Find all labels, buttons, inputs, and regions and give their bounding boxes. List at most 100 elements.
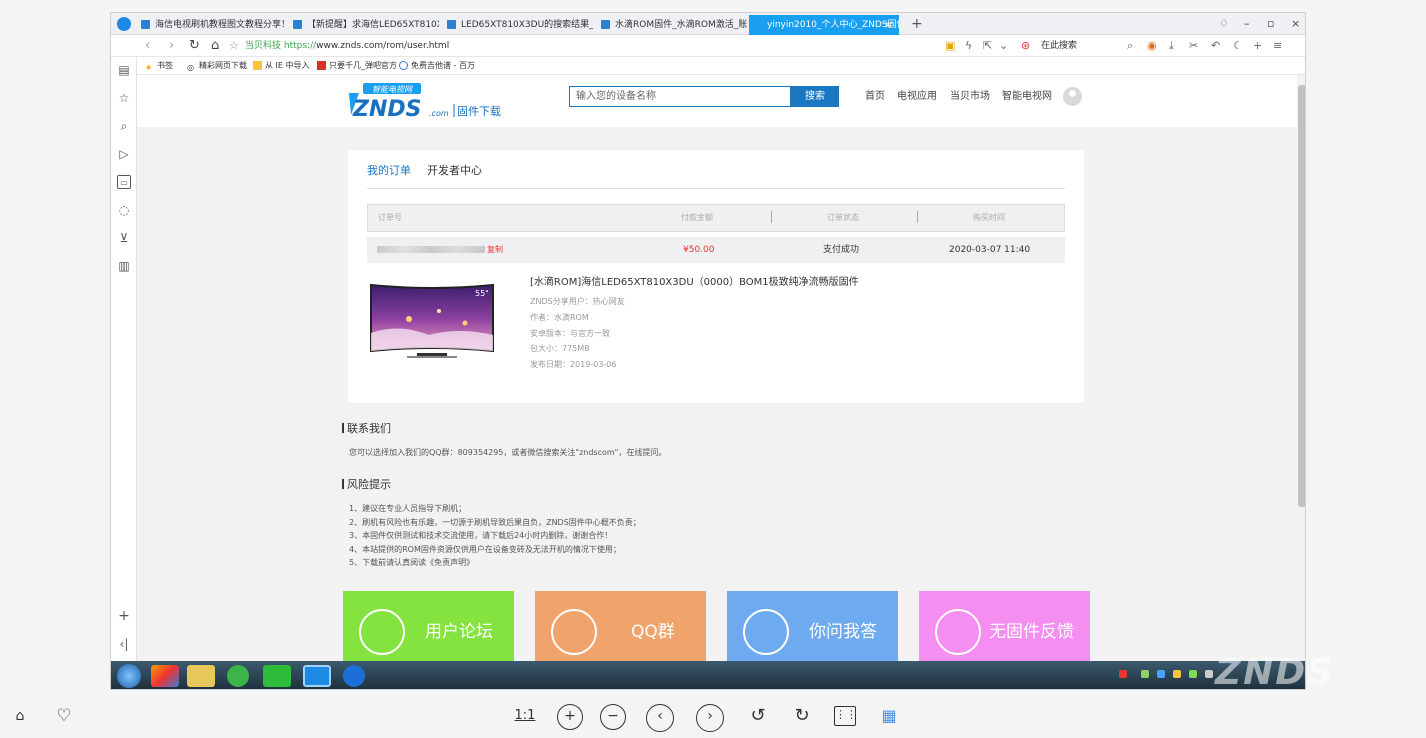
- tile-user-forum[interactable]: 用户论坛: [343, 591, 514, 661]
- scrollbar-thumb[interactable]: [1298, 85, 1305, 507]
- tray-icon[interactable]: [1119, 670, 1127, 678]
- search-engine-icon[interactable]: ⊛: [1021, 38, 1030, 54]
- nav-dangbei-market[interactable]: 当贝市场: [950, 89, 990, 105]
- addr-search-field[interactable]: 在此搜索: [1041, 38, 1077, 54]
- tray-icon[interactable]: [1157, 670, 1165, 678]
- page-scrollbar[interactable]: [1297, 75, 1305, 661]
- tile-qq-group[interactable]: QQ群: [535, 591, 706, 661]
- sidebar-collapse-icon[interactable]: ‹|: [117, 637, 131, 651]
- tab-my-orders[interactable]: 我的订单: [367, 164, 411, 178]
- close-window-icon[interactable]: ×: [1291, 15, 1300, 33]
- logo-com-text: .com: [429, 109, 449, 118]
- znds-logo[interactable]: 智能电视网 ZNDS .com 固件下载: [345, 79, 517, 123]
- restore-icon[interactable]: ▫: [1267, 15, 1274, 33]
- game-icon[interactable]: ◉: [1147, 38, 1157, 54]
- previous-icon[interactable]: ‹: [646, 704, 674, 732]
- tab-5-active[interactable]: yinyin2010_个人中心_ZNDS固件 ×: [749, 15, 899, 35]
- tray-icon[interactable]: [1141, 670, 1149, 678]
- tab-title: LED65XT810X3DU的搜索结果_ROM: [461, 20, 593, 30]
- home-icon[interactable]: ⌂: [211, 37, 219, 55]
- nav-tv-apps[interactable]: 电视应用: [897, 89, 937, 105]
- sidebar-add-icon[interactable]: +: [117, 609, 131, 623]
- menu-icon[interactable]: ≡: [1273, 38, 1282, 54]
- sidebar-reader-icon[interactable]: ▤: [117, 63, 131, 77]
- download-icon[interactable]: ⤓: [1169, 38, 1174, 54]
- reload-icon[interactable]: ↻: [189, 37, 200, 55]
- tile-qa[interactable]: 你问我答: [727, 591, 898, 661]
- forward-icon[interactable]: ›: [169, 37, 174, 55]
- tile-no-firmware-feedback[interactable]: 无固件反馈: [919, 591, 1090, 661]
- new-tab-button[interactable]: +: [911, 15, 923, 33]
- taskbar-app-icon[interactable]: [343, 665, 365, 687]
- zoom-in-icon[interactable]: +: [557, 704, 583, 730]
- actual-size-button[interactable]: 1:1: [512, 704, 538, 728]
- page-icon: [141, 20, 150, 29]
- product-android-version: 安卓版本：与官方一致: [530, 329, 610, 338]
- bookmark-item[interactable]: ◎ 精彩网页下载: [187, 59, 247, 73]
- taskbar-folder-icon[interactable]: [187, 665, 215, 687]
- product-release-date: 发布日期：2019-03-06: [530, 360, 617, 369]
- sidebar-search-icon[interactable]: ⌕: [117, 119, 131, 133]
- plus-icon[interactable]: +: [1253, 38, 1262, 54]
- bookmark-star[interactable]: ★ 书签: [145, 59, 173, 73]
- copy-link[interactable]: 复制: [487, 244, 503, 256]
- reader-icon[interactable]: ▣: [945, 38, 955, 54]
- bookmark-item[interactable]: 只要千几_弹吧官方: [317, 59, 397, 73]
- sidebar-cart-icon[interactable]: ⊻: [117, 231, 131, 245]
- url-field[interactable]: 当贝科技 https://www.znds.com/rom/user.html: [245, 38, 449, 54]
- tab-2[interactable]: 【新提醒】求海信LED65XT810X3DU: [289, 15, 439, 35]
- tab-developer-center[interactable]: 开发者中心: [427, 164, 482, 178]
- product-title[interactable]: [水滴ROM]海信LED65XT810X3DU（0000）BOM1极致纯净流畅版…: [530, 276, 859, 290]
- rotate-left-icon[interactable]: ↺: [746, 704, 770, 728]
- taskbar-wechat-icon[interactable]: [263, 665, 291, 687]
- user-avatar-icon[interactable]: [1063, 87, 1082, 106]
- chevron-down-icon[interactable]: ⌄: [999, 38, 1008, 54]
- bookmark-item[interactable]: 从 IE 中导入: [253, 59, 310, 73]
- divider: [771, 211, 772, 223]
- tab-4[interactable]: 水滴ROM固件_水滴ROM激活_账号密: [597, 15, 747, 35]
- tab-3[interactable]: LED65XT810X3DU的搜索结果_ROM: [443, 15, 593, 35]
- folder-icon[interactable]: ⌂: [8, 704, 32, 728]
- bookmark-item[interactable]: 免费吉他谱 - 百万: [399, 59, 475, 73]
- product-tv-image[interactable]: 55": [369, 283, 495, 361]
- sidebar-live-icon[interactable]: ▭: [117, 175, 131, 189]
- taskbar-browser-icon[interactable]: [303, 665, 331, 687]
- tray-icon[interactable]: [1189, 670, 1197, 678]
- next-icon[interactable]: ›: [696, 704, 724, 732]
- tray-icon[interactable]: [1205, 670, 1213, 678]
- col-time: 购买时间: [973, 213, 1005, 222]
- sidebar-star-icon[interactable]: ☆: [117, 91, 131, 105]
- back-icon[interactable]: ‹: [145, 37, 150, 55]
- close-tab-icon[interactable]: ×: [884, 15, 893, 35]
- device-search-input[interactable]: 输入您的设备名称: [569, 86, 791, 107]
- taskbar-app-icon[interactable]: [227, 665, 249, 687]
- nav-home[interactable]: 首页: [865, 89, 885, 105]
- product-author: 作者：水滴ROM: [530, 313, 589, 322]
- tray-icon[interactable]: [1173, 670, 1181, 678]
- moon-icon[interactable]: ☾: [1233, 38, 1243, 54]
- sidebar-chat-icon[interactable]: ◌: [117, 203, 131, 217]
- sidebar-doc-icon[interactable]: ▥: [117, 259, 131, 273]
- table-row: 复制 ¥50.00 支付成功 2020-03-07 11:40: [367, 237, 1065, 263]
- share-icon[interactable]: ⇱: [983, 38, 992, 54]
- search-icon[interactable]: ⌕: [1127, 38, 1133, 54]
- heart-icon[interactable]: ♡: [52, 704, 76, 728]
- thumbnails-icon[interactable]: ▦: [877, 704, 901, 728]
- logo-main-text: ZNDS: [352, 97, 421, 122]
- zoom-out-icon[interactable]: −: [600, 704, 626, 730]
- rotate-right-icon[interactable]: ↻: [790, 704, 814, 728]
- delete-icon[interactable]: ⋮⋮: [834, 706, 857, 726]
- taskbar-app-icon[interactable]: [151, 665, 179, 687]
- sidebar-video-icon[interactable]: ▷: [117, 147, 131, 161]
- tab-1[interactable]: 海信电视刷机教程图文教程分享！_海: [137, 15, 287, 35]
- scissors-icon[interactable]: ✂: [1189, 38, 1198, 54]
- search-button[interactable]: 搜索: [791, 86, 839, 107]
- product-sharer: ZNDS分享用户：热心网友: [530, 297, 625, 306]
- nav-smart-tv[interactable]: 智能电视网: [1002, 89, 1052, 105]
- star-icon[interactable]: ☆: [229, 37, 239, 55]
- shirt-icon[interactable]: ♢: [1219, 15, 1229, 33]
- undo-icon[interactable]: ↶: [1211, 38, 1220, 54]
- minimize-icon[interactable]: –: [1244, 15, 1250, 33]
- start-button-icon[interactable]: [117, 664, 141, 688]
- lightning-icon[interactable]: ϟ: [965, 38, 972, 54]
